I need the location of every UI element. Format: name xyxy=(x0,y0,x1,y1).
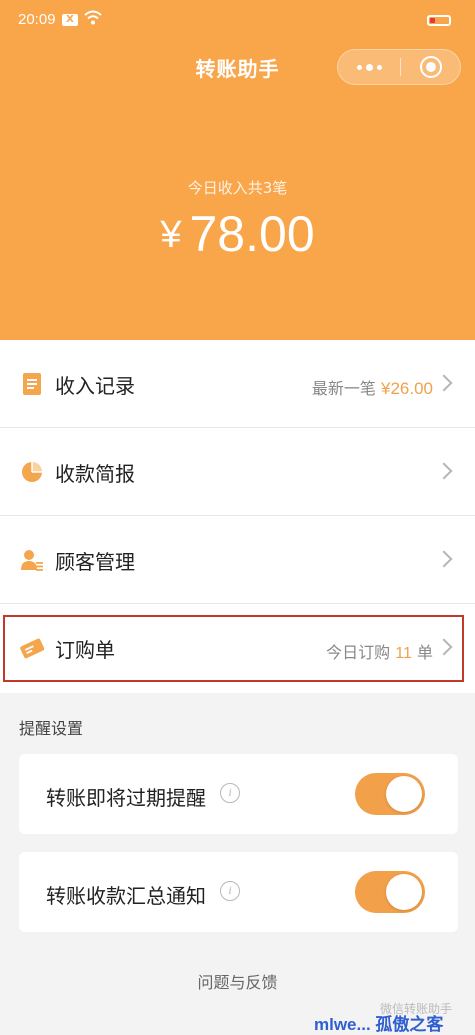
more-dot-icon xyxy=(376,64,382,70)
chevron-right-icon xyxy=(435,462,453,480)
latest-amount: 26.00 xyxy=(390,379,433,398)
info-icon[interactable]: i xyxy=(220,783,240,803)
amount-value: 78.00 xyxy=(189,206,315,262)
close-mini-program-button[interactable] xyxy=(420,56,442,78)
menu-label: 顾客管理 xyxy=(55,550,135,574)
expiring-reminder-toggle[interactable] xyxy=(355,773,425,815)
latest-payment-info: 最新一笔 ¥26.00 xyxy=(312,375,433,399)
site-watermark: mlwe... 孤傲之客 xyxy=(314,1015,444,1034)
currency-symbol: ¥ xyxy=(160,214,182,256)
reminder-label: 转账收款汇总通知 xyxy=(46,884,206,908)
chevron-right-icon xyxy=(435,550,453,568)
feedback-link[interactable]: 问题与反馈 xyxy=(0,969,475,993)
reminder-card-expiring: 转账即将过期提醒 i xyxy=(19,754,458,834)
notification-badge-icon: X xyxy=(62,14,78,26)
menu-item-payment-report[interactable]: 收款简报 xyxy=(0,428,475,516)
chevron-right-icon xyxy=(435,374,453,392)
info-icon[interactable]: i xyxy=(220,881,240,901)
reminder-label: 转账即将过期提醒 xyxy=(46,786,206,810)
header: 20:09 X 转账助手 今日收入共3笔 ¥78.00 xyxy=(0,0,475,340)
mini-program-capsule xyxy=(337,49,461,85)
menu-item-income-records[interactable]: 收入记录 最新一笔 ¥26.00 xyxy=(0,340,475,428)
highlight-annotation-box xyxy=(3,615,464,682)
toggle-knob xyxy=(386,874,422,910)
toggle-knob xyxy=(386,776,422,812)
capsule-divider xyxy=(400,58,401,76)
more-dot-icon xyxy=(356,64,362,70)
reminder-card-summary: 转账收款汇总通知 i xyxy=(19,852,458,932)
more-dot-icon xyxy=(365,63,373,71)
menu-item-customer-management[interactable]: 顾客管理 xyxy=(0,516,475,604)
income-count-label: 今日收入共3笔 xyxy=(187,179,288,197)
battery-icon xyxy=(427,15,451,26)
wifi-icon xyxy=(84,10,102,25)
latest-prefix: 最新一笔 xyxy=(311,379,376,398)
summary-notification-toggle[interactable] xyxy=(355,871,425,913)
pie-chart-icon xyxy=(22,462,42,482)
status-time: 20:09 xyxy=(18,11,56,28)
section-title-reminders: 提醒设置 xyxy=(19,719,84,738)
more-options-button[interactable] xyxy=(338,50,400,84)
status-bar: 20:09 X xyxy=(0,0,475,40)
customer-icon xyxy=(21,550,43,571)
menu-label: 收入记录 xyxy=(55,374,135,398)
document-icon xyxy=(23,373,41,395)
menu-label: 收款简报 xyxy=(55,462,135,486)
income-amount: ¥78.00 xyxy=(0,205,475,263)
